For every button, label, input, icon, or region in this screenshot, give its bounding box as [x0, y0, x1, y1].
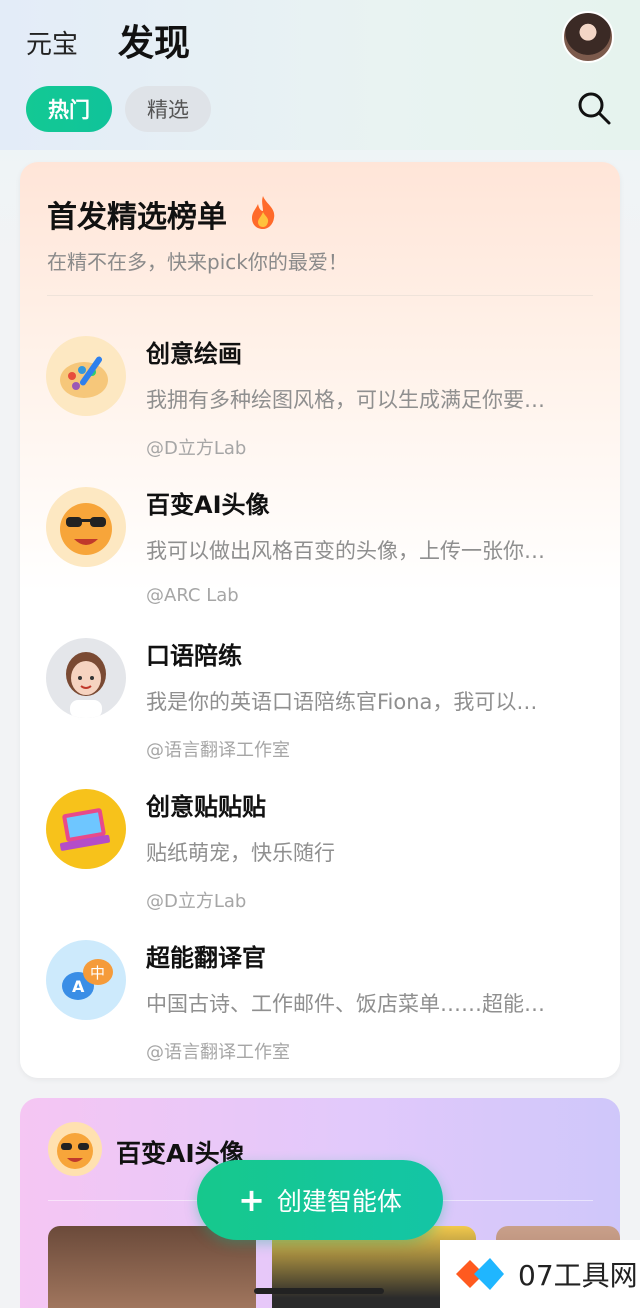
tab-featured[interactable]: 精选 [125, 86, 211, 132]
item-author: @语言翻译工作室 [146, 740, 290, 761]
item-name: 百变AI头像 [146, 491, 270, 519]
search-icon[interactable] [576, 90, 612, 126]
item-name: 创意贴贴贴 [146, 793, 266, 821]
fire-icon [252, 196, 275, 229]
palette-icon [46, 336, 126, 416]
item-desc: 我拥有多种绘图风格，可以生成满足你要… [146, 388, 545, 412]
plus-icon: + [238, 1181, 265, 1219]
item-desc: 贴纸萌宠，快乐随行 [146, 841, 335, 865]
girl-avatar-icon [46, 638, 126, 718]
user-avatar[interactable] [562, 11, 614, 63]
list-item[interactable]: 创意贴贴贴 贴纸萌宠，快乐随行 @D立方Lab [20, 769, 620, 919]
watermark: 07工具网 [440, 1240, 640, 1308]
list-item[interactable]: A 中 超能翻译官 中国古诗、工作邮件、饭店菜单……超能… @语言翻译工作室 [20, 920, 620, 1070]
translate-bubble-icon: A 中 [46, 940, 126, 1020]
watermark-text: 07工具网 [518, 1259, 638, 1292]
svg-text:中: 中 [90, 964, 105, 982]
item-author: @ARC Lab [146, 585, 239, 606]
item-author: @D立方Lab [146, 438, 247, 459]
divider [47, 295, 593, 296]
create-agent-button[interactable]: + 创建智能体 [197, 1160, 443, 1240]
create-agent-label: 创建智能体 [276, 1187, 402, 1216]
item-desc: 我是你的英语口语陪练官Fiona，我可以… [146, 690, 538, 714]
brand-label[interactable]: 元宝 [26, 24, 78, 61]
item-name: 口语陪练 [146, 642, 242, 670]
item-name: 超能翻译官 [146, 944, 266, 972]
svg-text:A: A [72, 977, 85, 996]
ranking-title: 首发精选榜单 [47, 200, 227, 235]
ranking-subtitle: 在精不在多，快来pick你的最爱！ [47, 250, 348, 274]
item-desc: 我可以做出风格百变的头像，上传一张你… [146, 539, 545, 563]
page-title: 发现 [118, 22, 191, 64]
list-item[interactable]: 创意绘画 我拥有多种绘图风格，可以生成满足你要… @D立方Lab [20, 316, 620, 466]
item-desc: 中国古诗、工作邮件、饭店菜单……超能… [146, 992, 545, 1016]
tab-hot[interactable]: 热门 [26, 86, 112, 132]
home-indicator [254, 1288, 384, 1294]
item-author: @D立方Lab [146, 891, 247, 912]
list-item[interactable]: 口语陪练 我是你的英语口语陪练官Fiona，我可以… @语言翻译工作室 [20, 618, 620, 768]
sunglasses-emoji-icon [46, 487, 126, 567]
watermark-logo-icon [456, 1258, 504, 1290]
ranking-card: 首发精选榜单 在精不在多，快来pick你的最爱！ 创意绘画 我拥有多种绘图风格，… [20, 162, 620, 1078]
list-item[interactable]: 百变AI头像 我可以做出风格百变的头像，上传一张你… @ARC Lab [20, 467, 620, 617]
sunglasses-emoji-icon [48, 1122, 102, 1176]
item-author: @语言翻译工作室 [146, 1042, 290, 1063]
item-name: 创意绘画 [146, 340, 242, 368]
sticker-laptop-icon [46, 789, 126, 869]
